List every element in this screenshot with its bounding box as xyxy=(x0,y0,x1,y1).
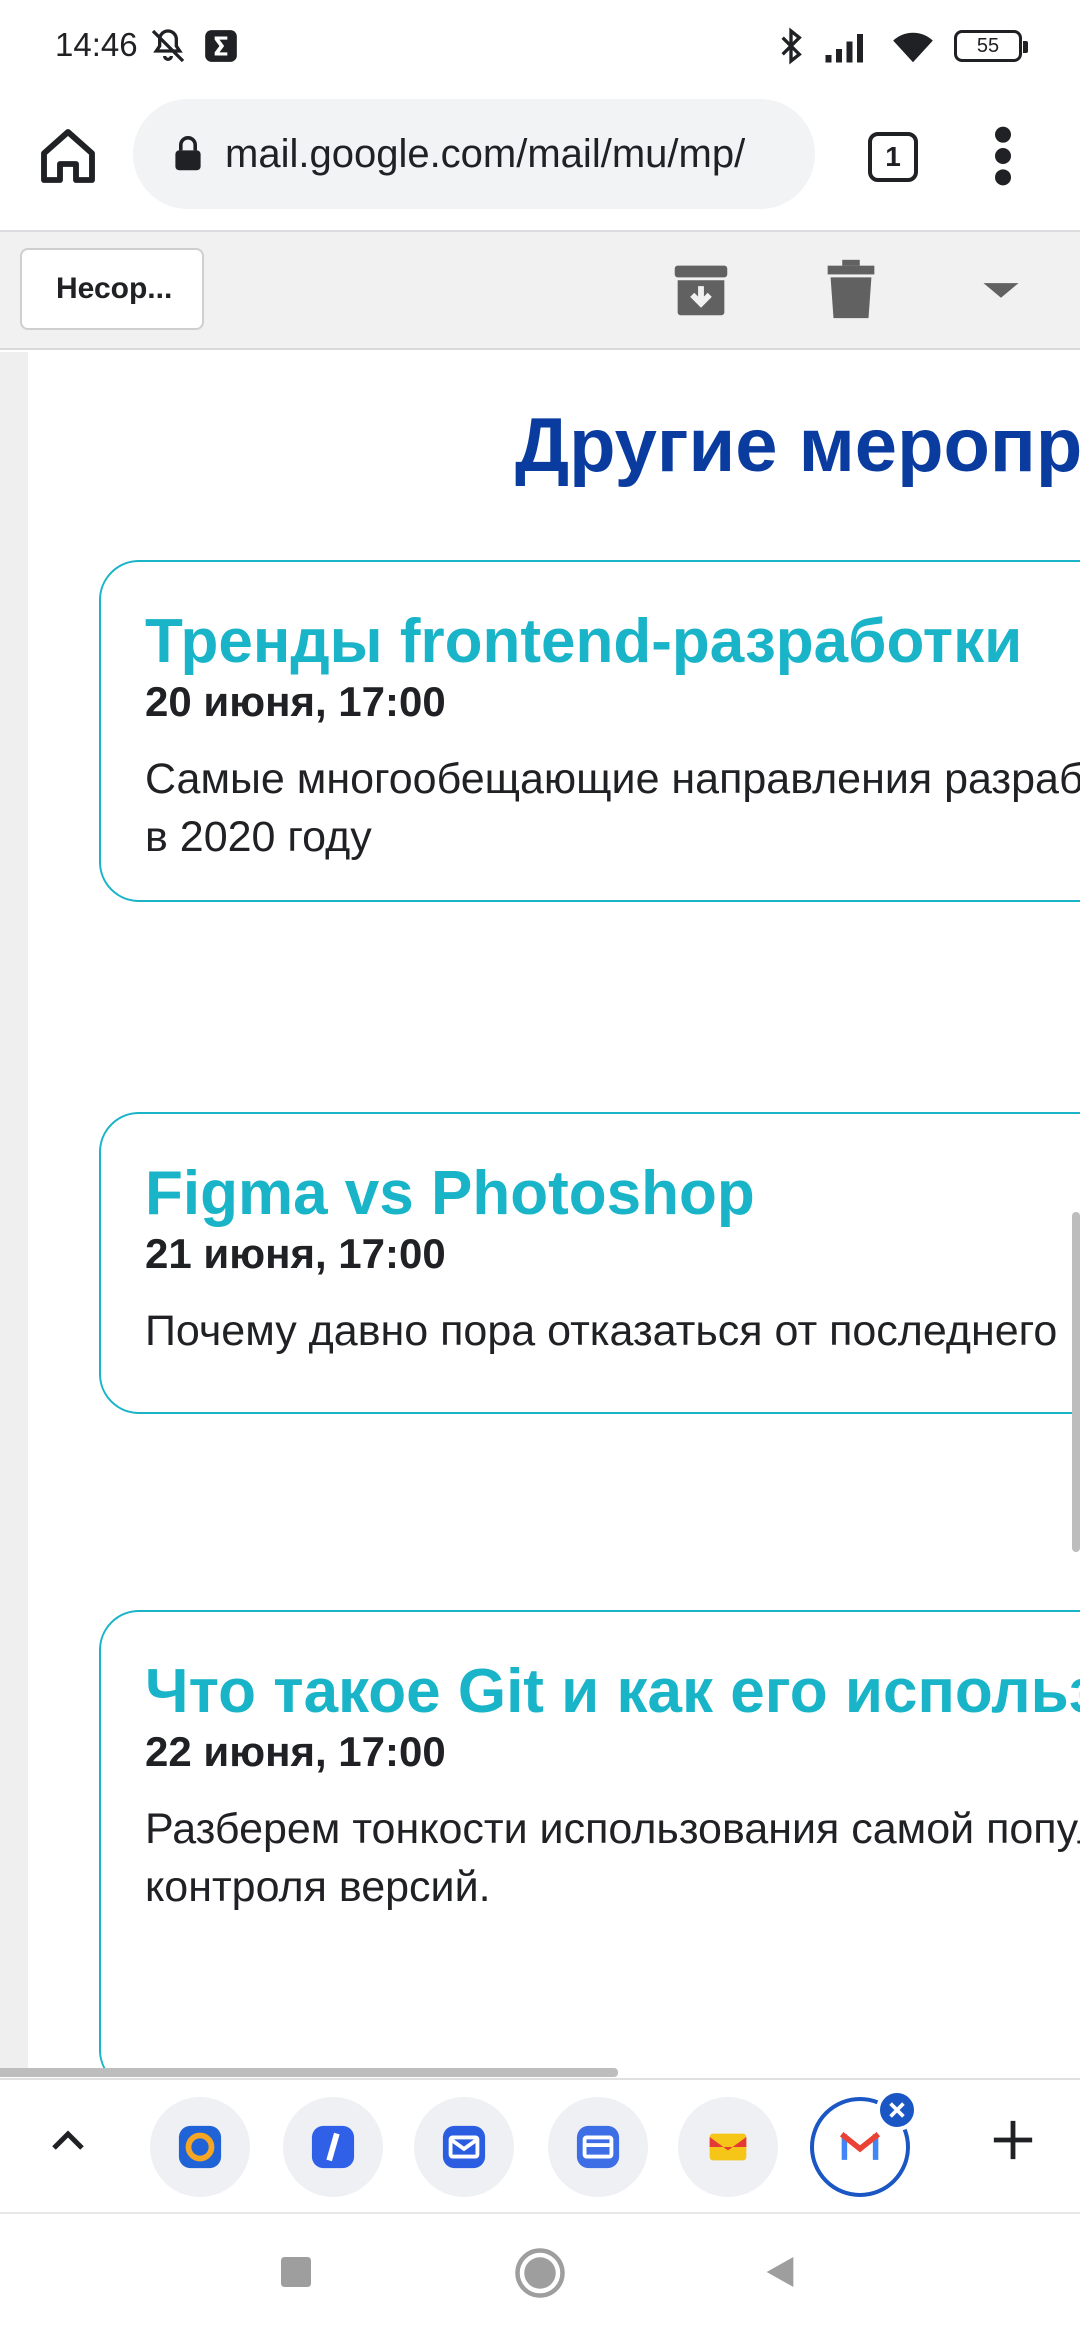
tab-mailru[interactable] xyxy=(150,2097,250,2197)
url-text: mail.google.com/mail/mu/mp/ xyxy=(225,131,746,176)
vertical-scrollbar[interactable] xyxy=(1072,1212,1080,1552)
battery-icon: 55 xyxy=(954,30,1028,62)
back-to-folder-button[interactable]: Несор... xyxy=(20,248,204,330)
event-title: Figma vs Photoshop xyxy=(145,1159,755,1228)
more-options-icon[interactable] xyxy=(990,124,1016,188)
home-nav-icon[interactable] xyxy=(513,2246,567,2300)
plus-icon[interactable] xyxy=(990,2117,1036,2163)
back-folder-label: Несор... xyxy=(56,272,173,305)
lock-icon xyxy=(175,136,201,171)
event-date: 20 июня, 17:00 xyxy=(145,678,446,725)
browser-toolbar: mail.google.com/mail/mu/mp/ 1 xyxy=(0,96,1080,232)
tab-slash-app[interactable] xyxy=(283,2097,383,2197)
event-description-line: Самые многообещающие направления разрабо… xyxy=(145,755,1080,803)
address-bar[interactable]: mail.google.com/mail/mu/mp/ xyxy=(133,99,815,209)
event-card[interactable]: Что такое Git и как его использовать 22 … xyxy=(99,1610,1080,2072)
event-date: 22 июня, 17:00 xyxy=(145,1728,446,1775)
close-tab-button[interactable] xyxy=(876,2089,918,2131)
event-title: Тренды frontend-разработки xyxy=(145,607,1023,676)
dropdown-arrow-icon[interactable] xyxy=(966,254,1036,324)
mute-icon xyxy=(151,29,185,63)
delete-icon[interactable] xyxy=(816,254,886,324)
back-nav-icon[interactable] xyxy=(760,2252,800,2292)
tab-group-strip xyxy=(0,2078,1080,2212)
status-right-icons: 55 xyxy=(776,26,1028,66)
slash-app-icon xyxy=(311,2125,355,2169)
event-description-line: Разберем тонкости использования самой по… xyxy=(145,1805,1080,1853)
close-icon xyxy=(889,2102,905,2118)
event-description-line: в 2020 году xyxy=(145,813,372,861)
archive-icon[interactable] xyxy=(666,254,736,324)
tab-yandex-mail[interactable] xyxy=(678,2097,778,2197)
wifi-icon xyxy=(893,32,933,63)
home-icon[interactable] xyxy=(36,124,100,188)
recent-apps-icon[interactable] xyxy=(276,2252,316,2292)
chevron-up-icon[interactable] xyxy=(44,2118,92,2166)
event-card[interactable]: Figma vs Photoshop 21 июня, 17:00 Почему… xyxy=(99,1112,1080,1414)
horizontal-scrollbar[interactable] xyxy=(0,2068,618,2077)
event-date: 21 июня, 17:00 xyxy=(145,1230,446,1277)
status-left-icons xyxy=(148,26,240,66)
mailru-icon xyxy=(178,2125,222,2169)
status-time: 14:46 xyxy=(55,26,138,63)
tab-mail-app[interactable] xyxy=(414,2097,514,2197)
mail-app-icon xyxy=(442,2125,486,2169)
system-navigation-bar xyxy=(0,2212,1080,2340)
tab-gmail-active[interactable] xyxy=(810,2089,918,2197)
event-card[interactable]: Тренды frontend-разработки 20 июня, 17:0… xyxy=(99,560,1080,902)
left-margin xyxy=(0,352,28,2072)
event-description-line: контроля версий. xyxy=(145,1863,491,1911)
tab-inbox-app[interactable] xyxy=(548,2097,648,2197)
event-description-line: Почему давно пора отказаться от последне… xyxy=(145,1307,1058,1355)
inbox-app-icon xyxy=(576,2125,620,2169)
battery-level: 55 xyxy=(976,34,1000,57)
yandex-mail-icon xyxy=(709,2133,747,2161)
tab-switcher-button[interactable]: 1 xyxy=(868,132,918,182)
email-body: Другие мероприятия Тренды frontend-разра… xyxy=(28,352,1080,2072)
gmail-icon xyxy=(839,2132,881,2160)
signal-icon xyxy=(825,34,863,63)
bluetooth-icon xyxy=(781,27,802,65)
event-title: Что такое Git и как его использовать xyxy=(145,1657,1080,1726)
status-bar: 14:46 55 xyxy=(0,0,1080,96)
app-notification-icon xyxy=(205,30,237,62)
gmail-action-bar: Несор... xyxy=(0,232,1080,350)
section-title: Другие мероприятия xyxy=(515,403,1080,488)
